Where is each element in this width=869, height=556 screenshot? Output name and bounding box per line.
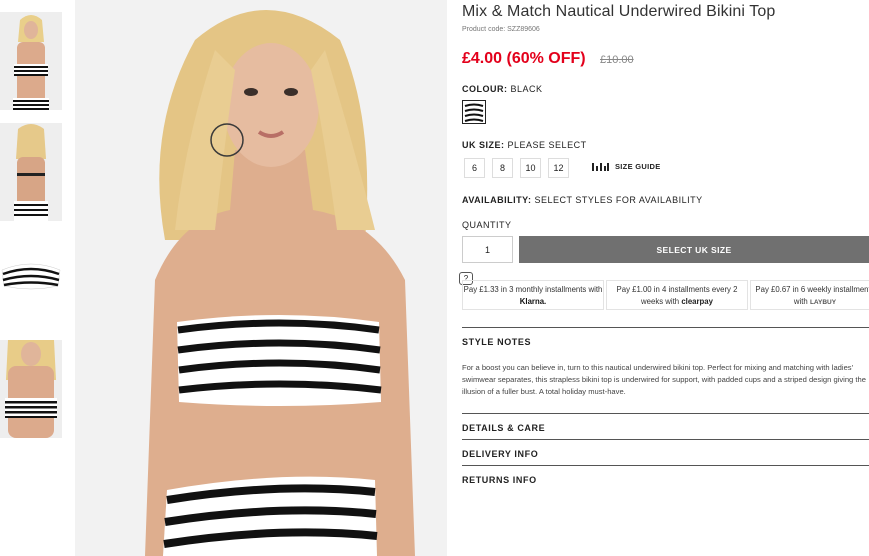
klarna-text: Pay £1.33 in 3 monthly installments with [463, 285, 603, 294]
style-notes-heading[interactable]: STYLE NOTES [462, 337, 531, 347]
product-title: Mix & Match Nautical Underwired Bikini T… [462, 3, 776, 20]
original-price: £10.00 [600, 54, 634, 66]
divider [462, 439, 869, 440]
bikini-top-illustration [177, 315, 382, 406]
select-size-button[interactable]: SELECT UK SIZE [519, 236, 869, 263]
quantity-label: QUANTITY [462, 220, 512, 230]
size-options: 6 8 10 12 [464, 158, 569, 178]
thumb-bikini-top [14, 64, 48, 76]
clearpay-text: Pay £1.00 in 4 installments every 2 week… [616, 285, 738, 306]
clearpay-logo-icon: clearpay [681, 297, 713, 306]
size-option-12[interactable]: 12 [548, 158, 569, 178]
size-guide-label: SIZE GUIDE [615, 162, 661, 171]
style-notes-text: For a boost you can believe in, turn to … [462, 363, 866, 397]
clearpay-payment-option[interactable]: Pay £1.00 in 4 installments every 2 week… [606, 280, 748, 310]
klarna-logo: Klarna. [519, 297, 547, 306]
colour-label: COLOUR: [462, 84, 508, 94]
product-code: Product code: SZZ89606 [462, 26, 540, 33]
thumbnail-closeup[interactable] [0, 340, 62, 438]
stripe-swatch-icon [463, 101, 485, 123]
laybuy-logo-icon: LAYBUY [809, 299, 837, 306]
returns-info-accordion[interactable]: RETURNS INFO [462, 475, 537, 485]
bikini-bottom-illustration [163, 476, 378, 556]
size-option-8[interactable]: 8 [492, 158, 513, 178]
size-guide-link[interactable]: SIZE GUIDE [592, 162, 661, 171]
size-label: UK SIZE: [462, 140, 505, 150]
quantity-input[interactable]: 1 [462, 236, 513, 263]
availability-label: AVAILABILITY: [462, 195, 532, 205]
thumbnail-front[interactable] [0, 12, 62, 110]
colour-label-row: COLOUR: BLACK [462, 84, 543, 94]
colour-swatch-black[interactable] [462, 100, 486, 124]
details-care-accordion[interactable]: DETAILS & CARE [462, 423, 545, 433]
size-label-row: UK SIZE: PLEASE SELECT [462, 140, 587, 150]
thumbnail-back[interactable] [0, 123, 62, 221]
laybuy-payment-option[interactable]: Pay £0.67 in 6 weekly installments with … [750, 280, 869, 310]
divider [462, 327, 869, 328]
delivery-info-accordion[interactable]: DELIVERY INFO [462, 449, 538, 459]
main-product-image[interactable] [75, 0, 447, 556]
sale-price: £4.00 (60% OFF) [462, 50, 586, 67]
availability-value: SELECT STYLES FOR AVAILABILITY [534, 195, 703, 205]
klarna-payment-option[interactable]: Pay £1.33 in 3 monthly installments with… [462, 280, 604, 310]
availability-row: AVAILABILITY: SELECT STYLES FOR AVAILABI… [462, 195, 703, 205]
size-guide-icon [592, 163, 609, 171]
colour-value: BLACK [510, 84, 543, 94]
thumbnail-product[interactable] [0, 232, 62, 330]
divider [462, 413, 869, 414]
size-option-10[interactable]: 10 [520, 158, 541, 178]
divider [462, 465, 869, 466]
size-option-6[interactable]: 6 [464, 158, 485, 178]
size-value: PLEASE SELECT [507, 140, 587, 150]
